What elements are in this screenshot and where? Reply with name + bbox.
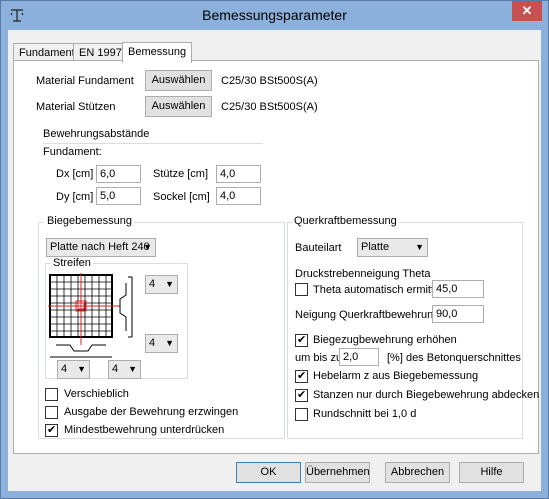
theta-input[interactable]: 45,0 (432, 280, 484, 298)
verschieblich-checkbox[interactable] (45, 388, 58, 401)
theta-auto-checkbox[interactable] (295, 283, 308, 296)
streifen-bottom-right-value: 4 (112, 363, 119, 375)
bauteilart-select[interactable]: Platte ▼ (357, 238, 428, 257)
streifen-bottom-left-select[interactable]: 4 ▼ (57, 360, 90, 379)
select-material-fundament-button[interactable]: Auswählen (145, 70, 212, 91)
verschieblich-label: Verschieblich (64, 388, 129, 400)
bewehrung-separator (43, 143, 263, 144)
biegezug-checkbox[interactable] (295, 333, 308, 347)
material-fundament-label: Material Fundament (36, 75, 134, 87)
apply-button[interactable]: Übernehmen (305, 462, 370, 483)
biege-method-value: Platte nach Heft 240 (50, 241, 150, 253)
bauteilart-label: Bauteilart (295, 242, 342, 254)
foundation-plan-diagram (48, 273, 133, 358)
stanzen-checkbox[interactable] (295, 388, 308, 402)
streifen-right-bottom-value: 4 (149, 337, 156, 349)
chevron-down-icon: ▼ (415, 242, 424, 252)
umbis-suffix: [%] des Betonquerschnittes (387, 352, 521, 364)
sockel-input[interactable]: 4,0 (216, 187, 261, 205)
dialog-window: Bemessungsparameter ✕ Fundament EN 1997 … (0, 0, 549, 499)
dy-input[interactable]: 5,0 (96, 187, 141, 205)
streifen-bottom-left-value: 4 (61, 363, 68, 375)
mindest-checkbox[interactable] (45, 423, 58, 437)
dy-label: Dy [cm] (56, 191, 94, 203)
fundament-sublabel: Fundament: (43, 146, 102, 158)
hebelarm-checkbox[interactable] (295, 369, 308, 383)
chevron-down-icon: ▼ (128, 364, 137, 374)
biegebemessung-title: Biegebemessung (45, 215, 135, 227)
streifen-right-top-select[interactable]: 4 ▼ (145, 275, 178, 294)
tab-bemessung[interactable]: Bemessung (122, 42, 193, 63)
window-title: Bemessungsparameter (202, 7, 347, 23)
stuetze-label: Stütze [cm] (153, 168, 209, 180)
tab-panel-bemessung: Material Fundament Auswählen C25/30 BSt5… (13, 60, 539, 454)
stuetze-input[interactable]: 4,0 (216, 165, 261, 183)
cancel-button[interactable]: Abbrechen (385, 462, 450, 483)
hebelarm-label: Hebelarm z aus Biegebemessung (313, 370, 479, 382)
material-stuetzen-value: C25/30 BSt500S(A) (221, 101, 318, 113)
close-button[interactable]: ✕ (512, 1, 542, 21)
biege-method-select[interactable]: Platte nach Heft 240 ▼ (46, 238, 156, 257)
sockel-label: Sockel [cm] (153, 191, 210, 203)
querkraft-title: Querkraftbemessung (292, 215, 399, 227)
help-button[interactable]: Hilfe (459, 462, 524, 483)
title-bar[interactable]: Bemessungsparameter ✕ (1, 1, 548, 30)
dx-label: Dx [cm] (56, 168, 94, 180)
stanzen-label: Stanzen nur durch Biegebewehrung abdecke… (313, 389, 540, 401)
streifen-title: Streifen (51, 257, 93, 269)
umbis-label: um bis zu (295, 352, 343, 364)
close-icon: ✕ (521, 3, 533, 18)
dx-input[interactable]: 6,0 (96, 165, 141, 183)
bauteilart-value: Platte (361, 241, 390, 253)
theta-title: Druckstrebenneigung Theta (295, 268, 431, 280)
dialog-client: Fundament EN 1997 Bemessung Material Fun… (8, 30, 541, 491)
streifen-right-bottom-select[interactable]: 4 ▼ (145, 334, 178, 353)
neigung-label: Neigung Querkraftbewehrung [°] (295, 309, 453, 321)
select-material-stuetzen-button[interactable]: Auswählen (145, 96, 212, 117)
ausgabe-label: Ausgabe der Bewehrung erzwingen (64, 406, 239, 418)
streifen-right-top-value: 4 (149, 278, 156, 290)
streifen-bottom-right-select[interactable]: 4 ▼ (108, 360, 141, 379)
ausgabe-checkbox[interactable] (45, 406, 58, 419)
rundschnitt-checkbox[interactable] (295, 408, 308, 421)
chevron-down-icon: ▼ (77, 364, 86, 374)
chevron-down-icon: ▼ (165, 279, 174, 289)
biegezug-label: Biegezugbewehrung erhöhen (313, 334, 457, 346)
material-fundament-value: C25/30 BSt500S(A) (221, 75, 318, 87)
chevron-down-icon: ▼ (143, 242, 152, 252)
theta-auto-label: Theta automatisch ermitteln (313, 284, 449, 296)
bewehrung-title: Bewehrungsabstände (43, 128, 150, 140)
rundschnitt-label: Rundschnitt bei 1,0 d (313, 408, 417, 420)
umbis-input[interactable]: 2,0 (339, 348, 379, 366)
ok-button[interactable]: OK (236, 462, 301, 483)
material-stuetzen-label: Material Stützen (36, 101, 116, 113)
mindest-label: Mindestbewehrung unterdrücken (64, 424, 225, 436)
chevron-down-icon: ▼ (165, 338, 174, 348)
neigung-input[interactable]: 90,0 (432, 305, 484, 323)
